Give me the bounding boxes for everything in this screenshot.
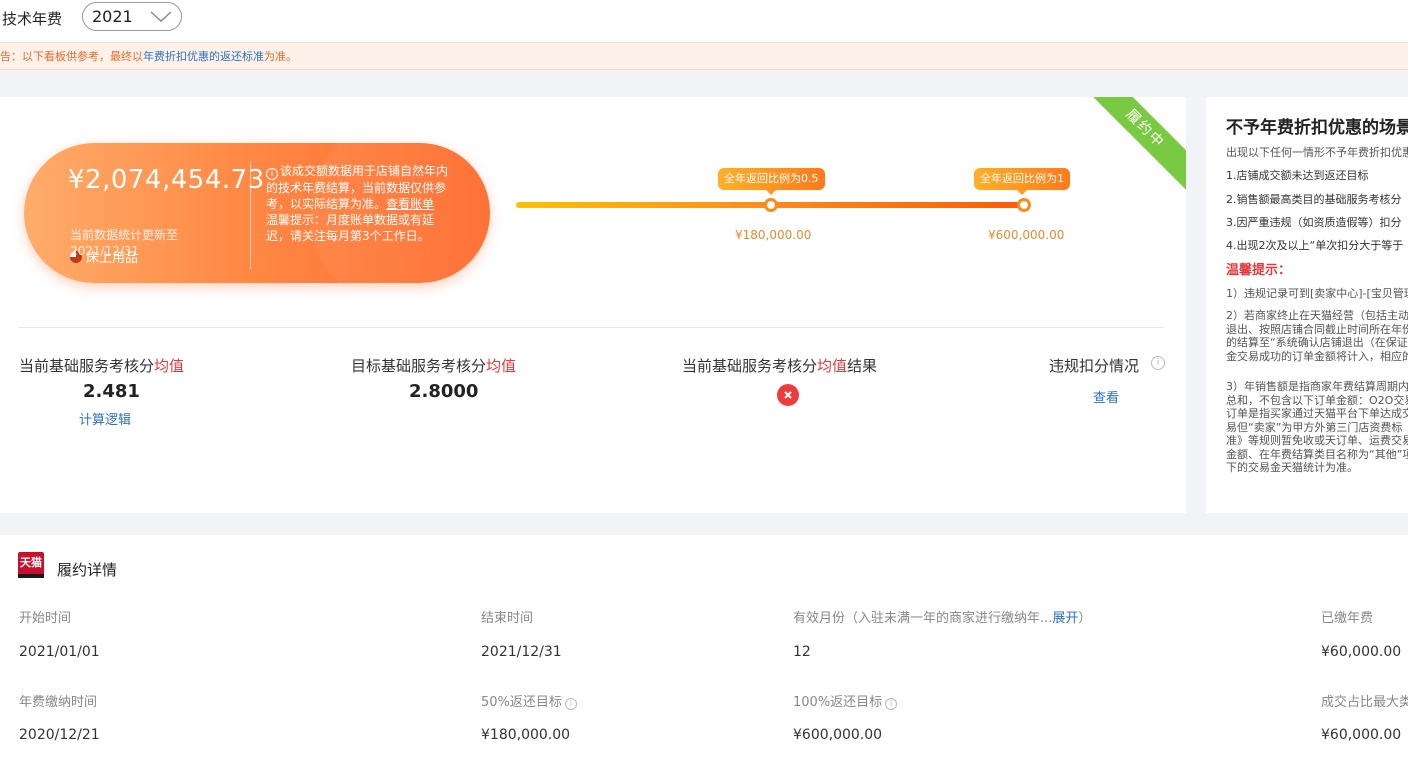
return-target-50-value: ¥180,000.00 (481, 727, 571, 743)
section-divider (18, 327, 1164, 328)
milestone-amount-0: ¥180,000.00 (735, 228, 812, 242)
panel-intro: 出现以下任何一情形不予年费折扣优惠： (1226, 146, 1408, 159)
close-circle-icon (777, 384, 799, 406)
stat-score-result-label: 当前基础服务考核分均值结果 (682, 355, 877, 376)
pill-divider (250, 161, 251, 269)
summary-card: 履约中 ¥2,074,454.73 床上用品 当前数据统计更新至 2021/12… (0, 97, 1186, 513)
status-ribbon: 履约中 (1082, 97, 1186, 192)
view-violation-link[interactable]: 查看 (1093, 387, 1119, 406)
rule-item-4: 4.出现2次及以上“单次扣分大于等于 (1226, 239, 1404, 252)
info-icon[interactable]: i (885, 698, 898, 710)
data-note: i 该成交额数据用于店铺自然年内的技术年费结算，当前数据仅供参考，以实际结算为准。… (266, 163, 452, 244)
note-text: 该成交额数据用于店铺自然年内的技术年费结算，当前数据仅供参考，以实际结算为准。 (266, 164, 449, 211)
valid-months-label: 有效月份（入驻未满一年的商家进行缴纳年...展开） (793, 607, 1091, 626)
stat-label-emph: 均值 (486, 357, 517, 375)
stat-label-text: 目标基础服务考核分 (351, 357, 487, 375)
detail-title: 履约详情 (57, 561, 118, 579)
stat-target-score-label: 目标基础服务考核分均值 (351, 355, 516, 376)
calc-logic-link[interactable]: 计算逻辑 (79, 409, 131, 428)
year-select-value: 2021 (92, 7, 133, 26)
milestone-node-1 (1017, 198, 1031, 212)
update-info: 当前数据统计更新至 2021/12/31 (70, 227, 178, 259)
stat-current-score-label: 当前基础服务考核分均值 (19, 355, 184, 376)
stat-target-score-value: 2.8000 (409, 381, 479, 402)
top-category-label: 成交占比最大类目 (1321, 695, 1408, 710)
expand-link[interactable]: 展开 (1052, 611, 1078, 626)
contract-detail-card: 天猫 履约详情 开始时间 2021/01/01 结束时间 2021/12/31 … (0, 535, 1408, 770)
sales-pill: ¥2,074,454.73 床上用品 当前数据统计更新至 2021/12/31 … (24, 143, 490, 283)
milestone-node-0 (764, 198, 778, 212)
start-time-label: 开始时间 (19, 611, 72, 626)
chevron-down-icon (150, 11, 172, 22)
valid-months-value: 12 (793, 644, 811, 660)
milestone-label-0: 全年返回比例为0.5 (718, 168, 825, 195)
info-icon[interactable]: i (1151, 356, 1165, 370)
view-bill-link[interactable]: 查看账单 (386, 197, 434, 211)
notice-banner: 告：以下看板供参考，最终以年费折扣优惠的返还标准为准。 (0, 42, 1408, 70)
paid-fee-label: 已缴年费 (1321, 611, 1374, 626)
rule-item-3: 3.因严重违规（如资质造假等）扣分 (1226, 216, 1402, 229)
stat-violation-label: 违规扣分情况 (1049, 357, 1140, 375)
sales-amount: ¥2,074,454.73 (68, 165, 265, 195)
page-title: 技术年费 (2, 10, 63, 28)
rule-item-2: 2.销售额最高类目的基础服务考核分 (1226, 193, 1402, 206)
stat-label-text: 当前基础服务考核分 (19, 357, 155, 375)
stat-label-emph: 均值 (154, 357, 185, 375)
tip-2: 2）若商家终止在天猫经营（包括主动退出、按照店铺合同截止时间所在年份的结算至“系… (1226, 309, 1408, 363)
tip-3: 3）年销售额是指商家年费结算周期内总和，不包含以下订单金额：O2O交易订单是指买… (1226, 380, 1408, 474)
warm-tip-title: 温馨提示： (1226, 263, 1292, 278)
stat-label-emph: 均值 (817, 357, 848, 375)
return-target-50-text: 50%返还目标 (481, 695, 562, 710)
info-icon: i (266, 168, 278, 180)
update-date: 2021/12/31 (70, 244, 140, 258)
payment-time-value: 2020/12/21 (19, 727, 100, 743)
tip-1: 1）违规记录可到[卖家中心]-[宝贝管理] (1226, 287, 1408, 300)
return-target-50-label: 50%返还目标 i (481, 691, 577, 710)
notice-highlight: 年费折扣优惠的返还标准 (143, 50, 264, 63)
notice-suffix: 为准。 (264, 50, 297, 63)
discount-rules-panel: 不予年费折扣优惠的场景 出现以下任何一情形不予年费折扣优惠： 1.店铺成交额未达… (1206, 97, 1408, 513)
top-category-value: ¥60,000.00 (1321, 727, 1402, 743)
update-line1: 当前数据统计更新至 (70, 228, 179, 242)
paid-fee-value: ¥60,000.00 (1321, 644, 1402, 660)
valid-months-text: 有效月份（入驻未满一年的商家进行缴纳年... (793, 611, 1053, 626)
return-target-100-text: 100%返还目标 (793, 695, 883, 710)
stat-label-suffix: 结果 (847, 357, 878, 375)
payment-time-label: 年费缴纳时间 (19, 695, 98, 710)
return-target-100-label: 100%返还目标 i (793, 691, 898, 710)
notice-prefix: 告：以下看板供参考，最终以 (0, 50, 143, 63)
stat-label-text: 当前基础服务考核分 (682, 357, 818, 375)
note-tip: 温馨提示：月度账单数据或有延迟，请关注每月第3个工作日。 (266, 213, 435, 243)
panel-title: 不予年费折扣优惠的场景 (1226, 118, 1408, 138)
start-time-value: 2021/01/01 (19, 644, 100, 660)
info-icon[interactable]: i (564, 698, 577, 710)
header-bar: 技术年费 2021 (0, 0, 1408, 42)
year-select[interactable]: 2021 (82, 2, 182, 31)
return-target-100-value: ¥600,000.00 (793, 727, 883, 743)
end-time-label: 结束时间 (481, 611, 534, 626)
milestone-amount-1: ¥600,000.00 (988, 228, 1065, 242)
tmall-logo: 天猫 (18, 552, 44, 578)
milestone-label-1: 全年返回比例为1 (974, 168, 1070, 195)
valid-months-suffix: ） (1078, 611, 1092, 626)
end-time-value: 2021/12/31 (481, 644, 562, 660)
page-root: 技术年费 2021 告：以下看板供参考，最终以年费折扣优惠的返还标准为准。 履约… (0, 0, 1408, 770)
rule-item-1: 1.店铺成交额未达到返还目标 (1226, 169, 1369, 182)
stat-current-score-value: 2.481 (83, 381, 140, 402)
